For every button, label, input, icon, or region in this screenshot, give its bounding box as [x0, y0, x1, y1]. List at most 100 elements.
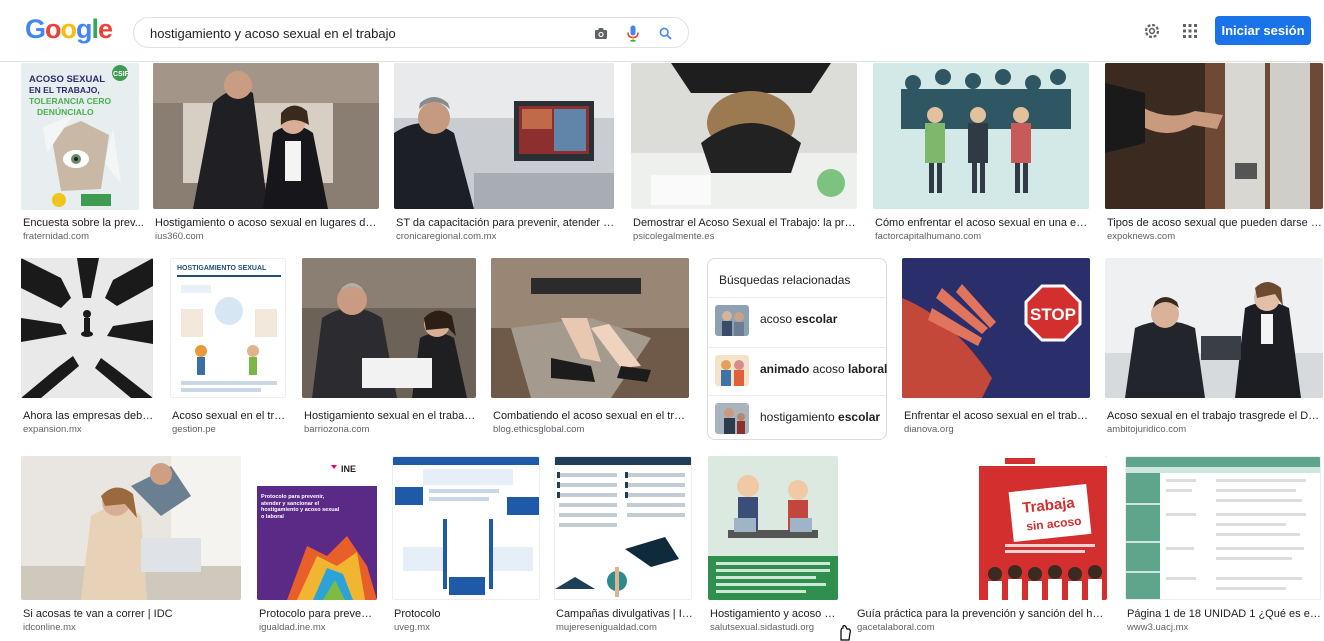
cursor-icon: [837, 625, 853, 641]
search-icon[interactable]: [656, 24, 674, 42]
result-caption[interactable]: Acoso sexual en el trabajo trasgrede el …: [1107, 410, 1323, 422]
related-searches-title: Búsquedas relacionadas: [719, 273, 851, 287]
image-result[interactable]: Ahora las empresas deber... expansion.mx: [21, 258, 155, 440]
image-result[interactable]: ST da capacitación para prevenir, atende…: [394, 63, 618, 243]
logo-letter: e: [98, 14, 113, 44]
image-result[interactable]: Combatiendo el acoso sexual en el trabaj…: [491, 258, 691, 440]
image-result[interactable]: Hostigamiento sexual en el trabajo: ... …: [302, 258, 476, 440]
result-source[interactable]: gacetalaboral.com: [857, 622, 1107, 633]
settings-icon[interactable]: [1142, 21, 1162, 41]
result-source[interactable]: factorcapitalhumano.com: [875, 231, 1091, 242]
result-caption[interactable]: Guía práctica para la prevención y sanci…: [857, 608, 1107, 620]
result-thumbnail[interactable]: [302, 258, 476, 398]
result-source[interactable]: dianova.org: [904, 424, 1090, 435]
microphone-icon[interactable]: [624, 24, 642, 42]
image-result[interactable]: Cómo enfrentar el acoso sexual en una em…: [873, 63, 1091, 243]
result-thumbnail[interactable]: [631, 63, 857, 209]
image-result[interactable]: STOP Enfrentar el acoso sexual en el tra…: [902, 258, 1090, 440]
result-caption[interactable]: Protocolo para prevenir,...: [259, 608, 377, 620]
image-result[interactable]: Hostigamiento o acoso sexual en lugares …: [153, 63, 379, 243]
result-source[interactable]: blog.ethicsglobal.com: [493, 424, 691, 435]
result-caption[interactable]: Cómo enfrentar el acoso sexual en una em…: [875, 217, 1091, 229]
result-caption[interactable]: Hostigamiento y acoso se...: [710, 608, 840, 620]
image-result[interactable]: Campañas divulgativas | Ini... mujeresen…: [554, 456, 694, 638]
result-caption[interactable]: Tipos de acoso sexual que pueden darse e…: [1107, 217, 1323, 229]
image-result[interactable]: Hostigamiento y acoso se... salutsexual.…: [708, 456, 840, 638]
result-source[interactable]: ambitojuridico.com: [1107, 424, 1323, 435]
result-source[interactable]: expoknews.com: [1107, 231, 1323, 242]
result-caption[interactable]: Demostrar el Acoso Sexual el Trabajo: la…: [633, 217, 859, 229]
search-box[interactable]: [133, 17, 689, 48]
ine-logo: INE: [341, 464, 356, 474]
result-thumbnail[interactable]: [873, 63, 1089, 209]
poster-line-4: DENÚNCIALO: [37, 106, 94, 117]
result-source[interactable]: mujeresenigualdad.com: [556, 622, 694, 633]
related-search-animado-acoso-laboral[interactable]: animado acoso laboral: [708, 347, 887, 392]
result-caption[interactable]: Página 1 de 18 UNIDAD 1 ¿Qué es el acos.…: [1127, 608, 1323, 620]
camera-icon[interactable]: [592, 24, 610, 42]
related-search-acoso-escolar[interactable]: acoso escolar: [708, 297, 886, 342]
result-caption[interactable]: Enfrentar el acoso sexual en el trabajo: [904, 410, 1090, 422]
logo-letter: o: [60, 14, 77, 44]
result-source[interactable]: uveg.mx: [394, 622, 540, 633]
result-source[interactable]: salutsexual.sidastudi.org: [710, 622, 840, 633]
result-source[interactable]: fraternidad.com: [23, 231, 145, 242]
image-result[interactable]: Tipos de acoso sexual que pueden darse e…: [1105, 63, 1323, 243]
logo-letter: g: [76, 14, 92, 44]
result-caption[interactable]: Ahora las empresas deber...: [23, 410, 155, 422]
result-thumbnail[interactable]: [392, 456, 540, 600]
related-search-label: hostigamiento escolar: [760, 410, 881, 424]
result-source[interactable]: ius360.com: [155, 231, 377, 242]
result-caption[interactable]: Hostigamiento o acoso sexual en lugares …: [155, 217, 377, 229]
image-result[interactable]: Protocolo uveg.mx: [392, 456, 540, 638]
infographic-title: HOSTIGAMIENTO SEXUAL: [177, 265, 267, 272]
search-input[interactable]: [150, 23, 570, 43]
result-source[interactable]: www3.uacj.mx: [1127, 622, 1323, 633]
result-thumbnail[interactable]: [1105, 258, 1323, 398]
result-caption[interactable]: ST da capacitación para prevenir, atende…: [396, 217, 618, 229]
image-result[interactable]: HOSTIGAMIENTO SEXUAL Acoso sexual en el …: [170, 258, 288, 440]
result-thumbnail[interactable]: Trabaja sin acoso: [855, 456, 1107, 600]
result-thumbnail[interactable]: STOP: [902, 258, 1090, 398]
result-thumbnail[interactable]: [1125, 456, 1321, 600]
result-source[interactable]: psicolegalmente.es: [633, 231, 859, 242]
image-result[interactable]: Si acosas te van a correr | IDC idconlin…: [21, 456, 243, 638]
result-thumbnail[interactable]: HOSTIGAMIENTO SEXUAL: [170, 258, 286, 398]
image-result[interactable]: Página 1 de 18 UNIDAD 1 ¿Qué es el acos.…: [1125, 456, 1323, 638]
apps-grid-icon[interactable]: [1180, 21, 1200, 41]
result-source[interactable]: idconline.mx: [23, 622, 243, 633]
result-caption[interactable]: Protocolo: [394, 608, 540, 620]
related-search-hostigamiento-escolar[interactable]: hostigamiento escolar: [708, 395, 886, 440]
result-thumbnail[interactable]: [554, 456, 692, 600]
image-result[interactable]: ACOSO SEXUAL EN EL TRABAJO, TOLERANCIA C…: [21, 63, 145, 243]
result-thumbnail[interactable]: [491, 258, 689, 398]
result-thumbnail[interactable]: [394, 63, 614, 209]
image-result[interactable]: Acoso sexual en el trabajo trasgrede el …: [1105, 258, 1323, 440]
google-logo[interactable]: Google: [25, 14, 113, 45]
result-thumbnail[interactable]: INE Protocolo para prevenir, atender y s…: [257, 456, 377, 600]
result-thumbnail[interactable]: [21, 456, 241, 600]
poster-line-3: TOLERANCIA CERO: [29, 96, 112, 106]
sign-in-button[interactable]: Iniciar sesión: [1215, 16, 1311, 45]
result-source[interactable]: igualdad.ine.mx: [259, 622, 377, 633]
result-source[interactable]: expansion.mx: [23, 424, 155, 435]
result-thumbnail[interactable]: [708, 456, 838, 600]
result-source[interactable]: cronicaregional.com.mx: [396, 231, 618, 242]
image-result[interactable]: Trabaja sin acoso Guía práctica para la …: [855, 456, 1107, 638]
result-thumbnail[interactable]: [153, 63, 379, 209]
related-searches-panel: Búsquedas relacionadas acoso escolar ani…: [707, 258, 887, 440]
image-result[interactable]: Demostrar el Acoso Sexual el Trabajo: la…: [631, 63, 859, 243]
result-caption[interactable]: Hostigamiento sexual en el trabajo: ...: [304, 410, 476, 422]
result-caption[interactable]: Si acosas te van a correr | IDC: [23, 608, 243, 620]
result-caption[interactable]: Campañas divulgativas | Ini...: [556, 608, 694, 620]
result-thumbnail[interactable]: ACOSO SEXUAL EN EL TRABAJO, TOLERANCIA C…: [21, 63, 139, 210]
result-caption[interactable]: Combatiendo el acoso sexual en el trabaj…: [493, 410, 691, 422]
result-thumbnail[interactable]: [21, 258, 153, 398]
result-thumbnail[interactable]: [1105, 63, 1323, 209]
result-source[interactable]: gestion.pe: [172, 424, 286, 435]
related-thumbnail: [715, 403, 749, 434]
result-caption[interactable]: Acoso sexual en el trab...: [172, 410, 286, 422]
image-result[interactable]: INE Protocolo para prevenir, atender y s…: [257, 456, 377, 638]
result-source[interactable]: barriozona.com: [304, 424, 476, 435]
result-caption[interactable]: Encuesta sobre la prev...: [23, 217, 145, 229]
